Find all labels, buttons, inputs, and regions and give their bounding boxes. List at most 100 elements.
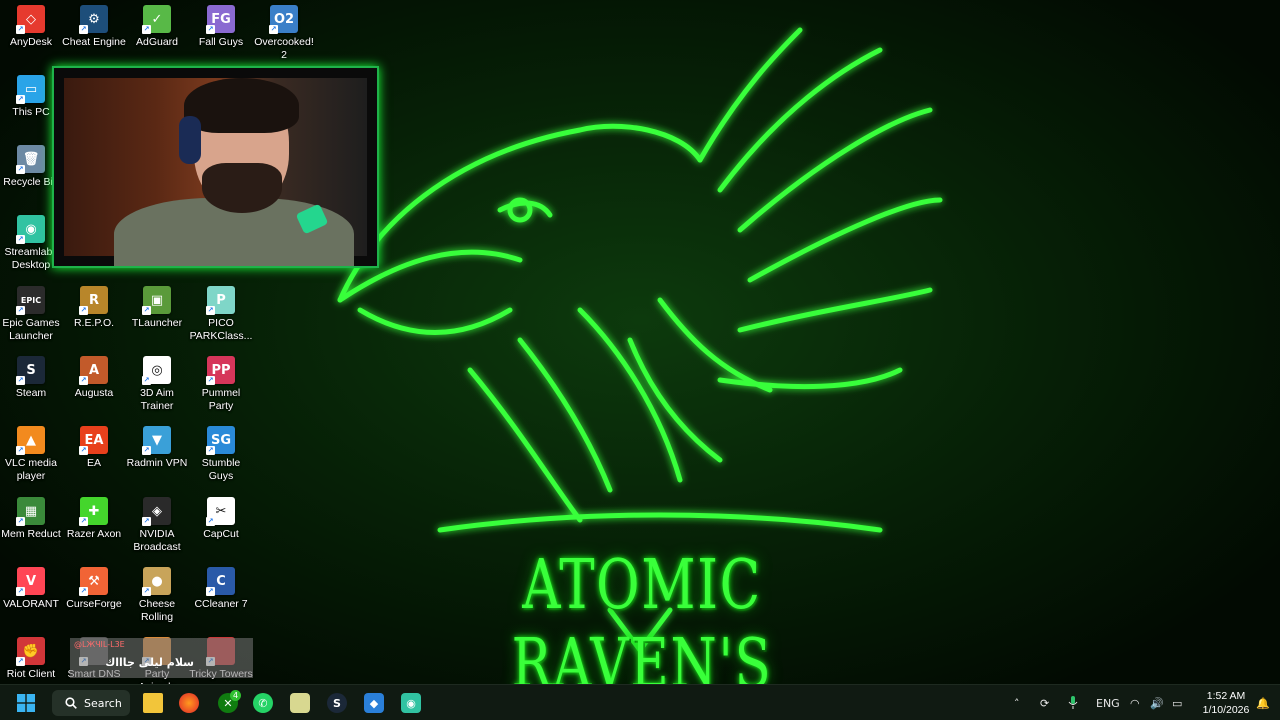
desktop-icon-radmin-vpn[interactable]: ▼ ↗ Radmin VPN (126, 426, 188, 470)
shortcut-arrow-icon: ↗ (16, 95, 25, 104)
shortcut-arrow-icon: ↗ (206, 446, 215, 455)
desktop-icon-capcut[interactable]: ✂ ↗ CapCut (190, 497, 252, 541)
wallpaper-title: ATOMIC RAVEN'S (511, 546, 773, 684)
shortcut-arrow-icon: ↗ (16, 376, 25, 385)
recycle-bin-icon: 🗑 ↗ (16, 145, 45, 174)
desktop-icon-cheat-engine[interactable]: ⚙ ↗ Cheat Engine (62, 5, 126, 49)
desktop-icon-label: Epic Games Launcher (2, 317, 60, 342)
desktop-icon-fall-guys[interactable]: FG ↗ Fall Guys (190, 5, 252, 49)
microphone-icon (1068, 696, 1078, 709)
desktop-icon-augusta[interactable]: A ↗ Augusta (63, 356, 125, 400)
tray-wifi[interactable]: ◠ (1130, 685, 1146, 720)
taskbar: Search ✕ 4 ✆ S ◆ ◉ ˄ ⟳ ENG ◠ 🔊 ▭ 1:52 AM… (0, 684, 1280, 720)
tlauncher-icon: ▣ ↗ (142, 286, 171, 315)
chat-username: @LЖЧIL-L3E (74, 640, 125, 649)
capcut-icon: ✂ ↗ (206, 497, 235, 526)
tray-language[interactable]: ENG (1096, 685, 1120, 720)
desktop-icon-label: Cheat Engine (62, 36, 126, 48)
shortcut-arrow-icon: ↗ (79, 376, 88, 385)
tray-mic[interactable] (1068, 685, 1082, 720)
desktop-icon-vlc[interactable]: ▲ ↗ VLC media player (0, 426, 62, 483)
desktop-icon-label: NVIDIA Broadcast (133, 528, 181, 553)
desktop-icon-overcooked[interactable]: O2 ↗ Overcooked! 2 (253, 5, 315, 62)
desktop-icon-pico-park[interactable]: P ↗ PICO PARKClass... (190, 286, 252, 343)
desktop-icon-valorant[interactable]: V ↗ VALORANT (0, 567, 62, 611)
desktop-icon-label: Augusta (74, 387, 114, 399)
adguard-icon: ✓ ↗ (142, 5, 171, 34)
riot-client-icon: ✊ ↗ (16, 637, 45, 666)
desktop-icon-mem-reduct[interactable]: ▦ ↗ Mem Reduct (0, 497, 62, 541)
desktop-icon-label: 3D Aim Trainer (140, 387, 174, 412)
tray-battery[interactable]: ▭ (1172, 685, 1188, 720)
shortcut-arrow-icon: ↗ (142, 25, 151, 34)
desktop-icon-adguard[interactable]: ✓ ↗ AdGuard (126, 5, 188, 49)
sync-icon: ⟳ (1040, 696, 1050, 710)
desktop-icon-nvidia-broadcast[interactable]: ◈ ↗ NVIDIA Broadcast (126, 497, 188, 554)
desktop-icon-ea[interactable]: EA ↗ EA (63, 426, 125, 470)
shortcut-arrow-icon: ↗ (142, 587, 151, 596)
tray-clock[interactable]: 1:52 AM 1/10/2026 (1196, 689, 1256, 717)
tray-overflow[interactable]: ˄ (1014, 685, 1028, 720)
shortcut-arrow-icon: ↗ (79, 517, 88, 526)
desktop-icon-tlauncher[interactable]: ▣ ↗ TLauncher (126, 286, 188, 330)
app-icon: ◆ (364, 693, 384, 713)
shortcut-arrow-icon: ↗ (16, 306, 25, 315)
desktop-icon-label: Overcooked! 2 (254, 36, 314, 61)
aim-trainer-icon: ◎ ↗ (142, 356, 171, 385)
desktop-icon-cheese-rolling[interactable]: ● ↗ Cheese Rolling (126, 567, 188, 624)
desktop-icon-stumble-guys[interactable]: SG ↗ Stumble Guys (190, 426, 252, 483)
steam-icon: S (327, 693, 347, 713)
desktop-icon-curseforge[interactable]: ⚒ ↗ CurseForge (63, 567, 125, 611)
pummel-party-icon: PP ↗ (206, 356, 235, 385)
xbox-badge: 4 (230, 690, 241, 701)
shortcut-arrow-icon: ↗ (16, 165, 25, 174)
headset-icon (179, 116, 201, 164)
taskbar-steam[interactable]: S (326, 685, 348, 720)
shortcut-arrow-icon: ↗ (142, 306, 151, 315)
desktop-icon-repo[interactable]: R ↗ R.E.P.O. (63, 286, 125, 330)
webcam-person-beard (202, 163, 282, 213)
desktop-icon-label: AdGuard (135, 36, 179, 48)
shortcut-arrow-icon: ↗ (16, 235, 25, 244)
desktop-icon-label: Steam (15, 387, 47, 399)
taskbar-notepad[interactable] (289, 685, 311, 720)
epic-games-icon: EPIC ↗ (16, 286, 45, 315)
desktop-icon-label: VLC media player (5, 457, 57, 482)
taskbar-search[interactable]: Search (52, 690, 130, 716)
nvidia-broadcast-icon: ◈ ↗ (142, 497, 171, 526)
shortcut-arrow-icon: ↗ (269, 25, 278, 34)
desktop-icon-label: Razer Axon (66, 528, 122, 540)
desktop-icon-label: EA (86, 457, 101, 469)
shortcut-arrow-icon: ↗ (16, 517, 25, 526)
tray-notifications[interactable]: 🔔 (1256, 685, 1272, 720)
desktop-icon-pummel-party[interactable]: PP ↗ Pummel Party (190, 356, 252, 413)
taskbar-file-explorer[interactable] (142, 685, 164, 720)
desktop-icon-label: Radmin VPN (126, 457, 188, 469)
desktop-icon-steam[interactable]: S ↗ Steam (0, 356, 62, 400)
taskbar-whatsapp[interactable]: ✆ (252, 685, 274, 720)
start-button[interactable] (12, 685, 40, 720)
taskbar-app[interactable]: ◆ (363, 685, 385, 720)
desktop-icon-riot-client[interactable]: ✊ ↗ Riot Client (0, 637, 62, 681)
firefox-icon (179, 693, 199, 713)
cheat-engine-icon: ⚙ ↗ (79, 5, 108, 34)
mem-reduct-icon: ▦ ↗ (16, 497, 45, 526)
razer-axon-icon: ✚ ↗ (79, 497, 108, 526)
desktop-icon-anydesk[interactable]: ◇ ↗ AnyDesk (0, 5, 62, 49)
desktop-icon-epic-games[interactable]: EPIC ↗ Epic Games Launcher (0, 286, 62, 343)
taskbar-firefox[interactable] (178, 685, 200, 720)
desktop-icon-label: CurseForge (66, 598, 122, 610)
desktop-icon-razer-axon[interactable]: ✚ ↗ Razer Axon (63, 497, 125, 541)
fall-guys-icon: FG ↗ (206, 5, 235, 34)
tray-sync[interactable]: ⟳ (1040, 685, 1056, 720)
desktop-icon-aim-trainer[interactable]: ◎ ↗ 3D Aim Trainer (126, 356, 188, 413)
taskbar-xbox[interactable]: ✕ 4 (216, 685, 241, 720)
tray-volume[interactable]: 🔊 (1150, 685, 1166, 720)
desktop-icon-ccleaner[interactable]: C ↗ CCleaner 7 (190, 567, 252, 611)
clock-time: 1:52 AM (1206, 690, 1246, 702)
taskbar-streamlabs[interactable]: ◉ (400, 685, 422, 720)
anydesk-icon: ◇ ↗ (16, 5, 45, 34)
desktop-icon-label: CapCut (203, 528, 239, 540)
shortcut-arrow-icon: ↗ (206, 587, 215, 596)
steam-icon: S ↗ (16, 356, 45, 385)
